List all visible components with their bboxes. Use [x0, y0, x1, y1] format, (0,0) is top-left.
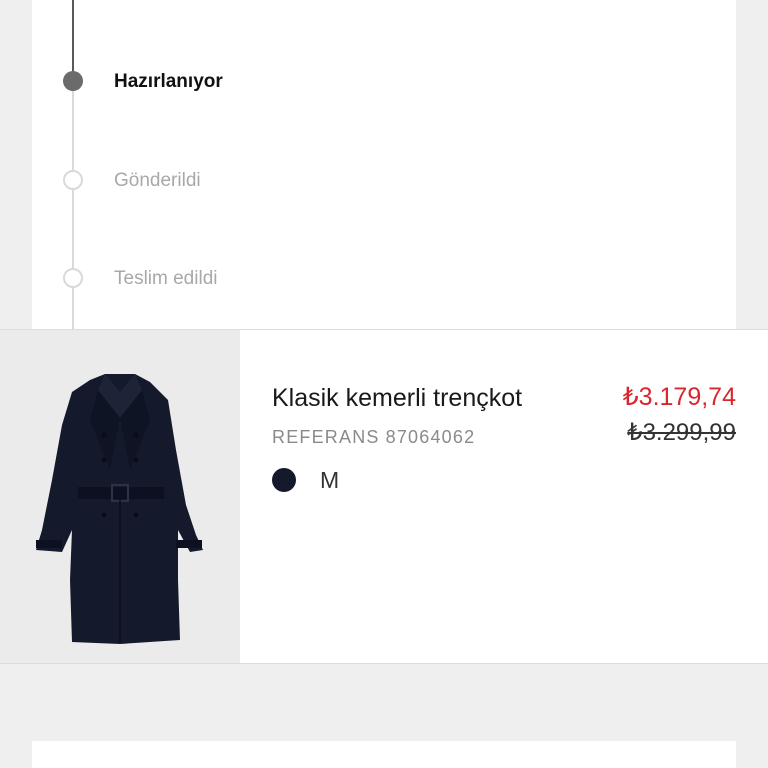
trench-coat-image[interactable] [0, 330, 240, 663]
timeline-progress-line [72, 0, 74, 80]
trench-coat-icon [36, 374, 203, 644]
reference-label: REFERANS [272, 427, 380, 447]
timeline-pending-line [72, 80, 74, 329]
next-section-card [32, 741, 736, 768]
order-product-item[interactable]: Klasik kemerli trençkot REFERANS 87064062… [0, 329, 768, 664]
original-price: ₺3.299,99 [627, 419, 736, 446]
step-label-shipped: Gönderildi [114, 170, 201, 191]
reference-number: 87064062 [385, 427, 476, 447]
step-dot-shipped [63, 170, 83, 190]
product-reference: REFERANS 87064062 [272, 426, 475, 448]
order-detail-page: Hazırlanıyor Gönderildi Teslim edildi Kl… [0, 0, 768, 768]
sale-price: ₺3.179,74 [622, 383, 736, 411]
step-dot-preparing [63, 71, 83, 91]
step-dot-delivered [63, 268, 83, 288]
step-label-delivered: Teslim edildi [114, 268, 218, 289]
size-label: M [320, 467, 340, 493]
step-label-preparing: Hazırlanıyor [114, 71, 223, 92]
color-swatch [272, 468, 296, 492]
product-name[interactable]: Klasik kemerli trençkot [272, 382, 522, 414]
order-tracking-card: Hazırlanıyor Gönderildi Teslim edildi [32, 0, 736, 329]
